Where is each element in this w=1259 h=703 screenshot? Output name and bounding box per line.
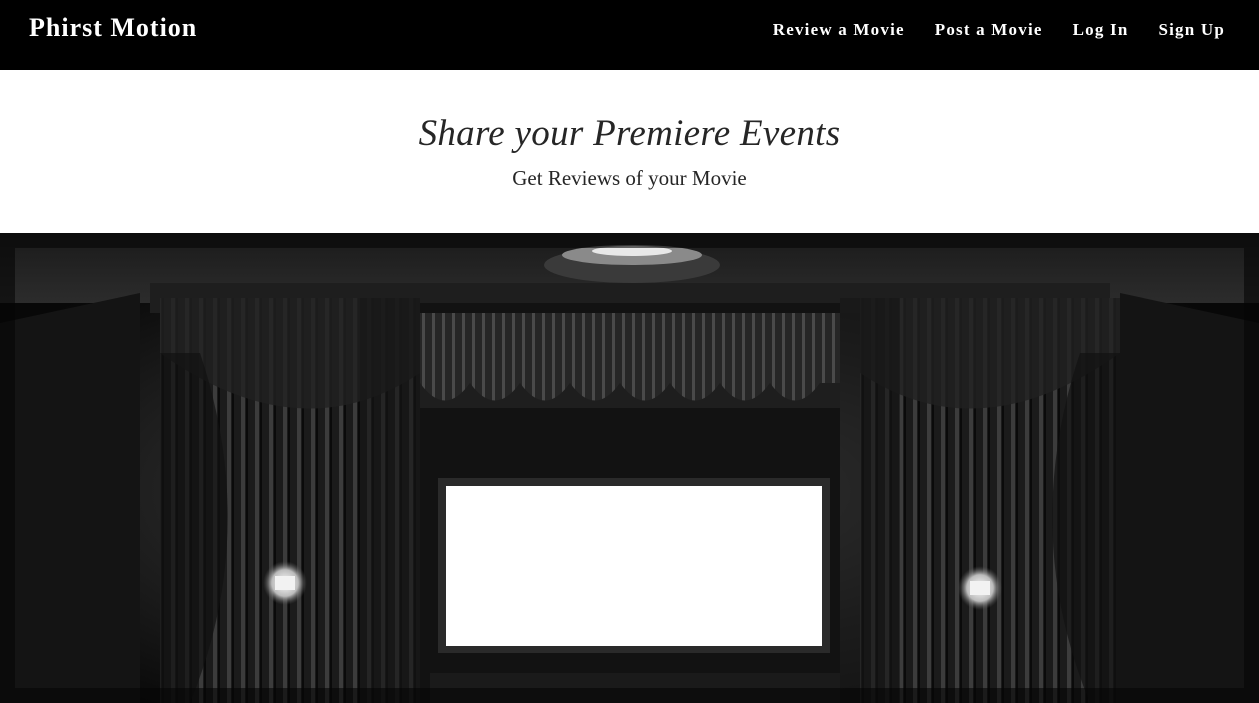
- theater-stage-illustration: [0, 233, 1259, 703]
- nav-link-log-in[interactable]: Log In: [1073, 20, 1129, 40]
- hero-title: Share your Premiere Events: [418, 113, 841, 154]
- nav-link-review-a-movie[interactable]: Review a Movie: [773, 20, 905, 40]
- hero-section: Share your Premiere Events Get Reviews o…: [0, 70, 1259, 233]
- theater-stage-image: [0, 233, 1259, 703]
- navbar: Phirst Motion Review a Movie Post a Movi…: [0, 0, 1259, 70]
- hero-subtitle: Get Reviews of your Movie: [512, 166, 747, 190]
- nav-link-sign-up[interactable]: Sign Up: [1158, 20, 1225, 40]
- brand-logo-link[interactable]: Phirst Motion: [29, 13, 197, 43]
- nav-links: Review a Movie Post a Movie Log In Sign …: [743, 20, 1225, 40]
- nav-link-post-a-movie[interactable]: Post a Movie: [935, 20, 1043, 40]
